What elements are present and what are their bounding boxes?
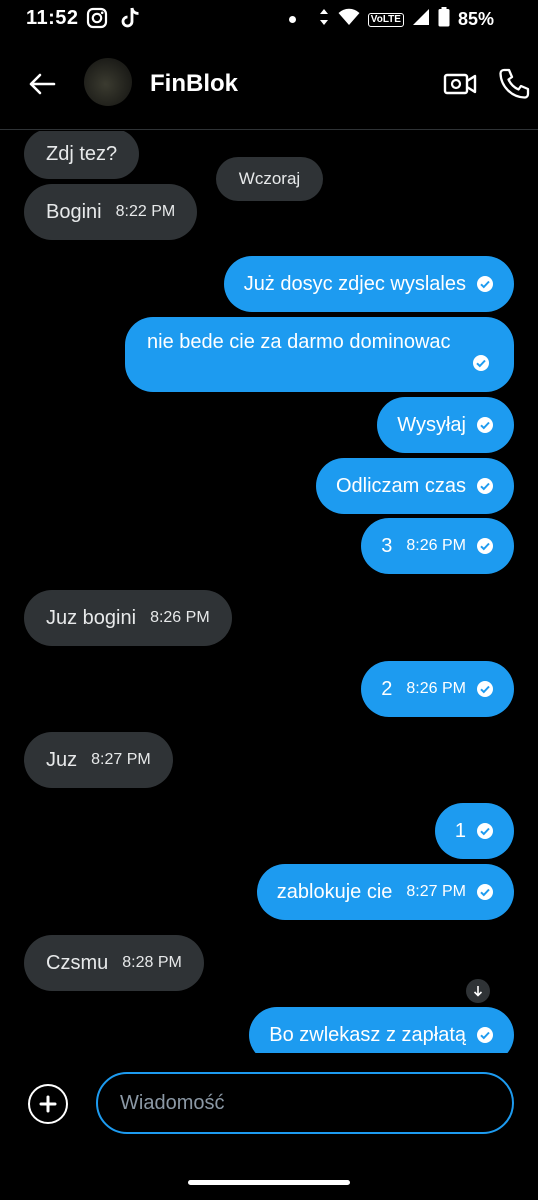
contact-name[interactable]: FinBlok: [150, 70, 238, 98]
message-text: Czsmu: [46, 952, 109, 974]
message-text: Wysyłaj: [397, 414, 466, 436]
message-time: 8:26 PM: [150, 609, 210, 626]
message-outgoing[interactable]: 1: [434, 803, 514, 859]
message-text: 2: [381, 678, 393, 700]
message-text: Juz: [46, 749, 78, 771]
message-incoming[interactable]: Bogini 8:22 PM: [24, 184, 198, 240]
read-check-icon: [477, 478, 493, 494]
message-incoming[interactable]: Juz 8:27 PM: [24, 732, 173, 788]
battery-icon: [438, 7, 450, 32]
message-time: 8:28 PM: [122, 954, 182, 971]
status-bar: 11:52 VoLTE 85%: [0, 0, 538, 38]
message-text: zablokuje cie: [276, 881, 393, 903]
message-outgoing[interactable]: Bo zwlekasz z zapłatą: [249, 1007, 514, 1053]
message-text: Bo zwlekasz z zapłatą: [269, 1024, 466, 1046]
message-incoming[interactable]: Zdj tez?: [24, 131, 140, 179]
read-check-icon: [477, 417, 493, 433]
message-text: Już dosyc zdjec wyslales: [243, 273, 466, 295]
message-input[interactable]: [96, 1072, 514, 1134]
message-time: 8:27 PM: [406, 883, 466, 900]
message-incoming[interactable]: Czsmu 8:28 PM: [24, 935, 204, 991]
date-separator: Wczoraj: [216, 157, 323, 201]
message-time: 8:26 PM: [406, 680, 466, 697]
message-text: nie bede cie za darmo dominowac: [147, 331, 451, 353]
home-indicator[interactable]: [188, 1180, 350, 1185]
message-text: Odliczam czas: [335, 475, 466, 497]
read-check-icon: [477, 681, 493, 697]
volte-badge: VoLTE: [367, 12, 404, 27]
battery-percent: 85%: [457, 9, 494, 29]
read-check-icon: [477, 538, 493, 554]
read-check-icon: [477, 1027, 493, 1043]
read-check-icon: [477, 276, 493, 292]
status-notification-icons: [86, 6, 142, 35]
message-outgoing[interactable]: zablokuje cie 8:27 PM: [256, 864, 514, 920]
tiktok-icon: [120, 6, 142, 35]
scroll-to-bottom-button[interactable]: [466, 979, 490, 1003]
read-check-icon: [473, 355, 489, 371]
video-call-icon: [443, 73, 477, 95]
message-outgoing[interactable]: Wysyłaj: [377, 397, 514, 453]
message-text: Bogini: [46, 201, 102, 223]
message-text: 3: [381, 535, 393, 557]
phone-icon: [499, 68, 530, 99]
wifi-icon: [338, 8, 360, 31]
message-incoming[interactable]: Juz bogini 8:26 PM: [24, 590, 232, 646]
read-check-icon: [477, 823, 493, 839]
status-system-icons: VoLTE 85%: [288, 7, 494, 32]
signal-icon: [412, 8, 430, 31]
read-check-icon: [477, 884, 493, 900]
avatar[interactable]: [84, 58, 132, 106]
status-time: 11:52: [26, 7, 79, 29]
back-button[interactable]: [22, 64, 62, 104]
message-time: 8:26 PM: [406, 537, 466, 554]
data-arrows-icon: [318, 8, 330, 31]
back-arrow-icon: [29, 73, 56, 95]
message-composer: [0, 1054, 538, 1200]
arrow-down-icon: [473, 986, 483, 997]
message-text: 1: [454, 820, 466, 842]
phone-call-button[interactable]: [496, 66, 532, 102]
message-time: 8:27 PM: [91, 751, 151, 768]
message-outgoing[interactable]: 2 8:26 PM: [361, 661, 514, 717]
dot-icon: [288, 16, 296, 23]
message-outgoing[interactable]: Odliczam czas: [315, 458, 514, 514]
message-outgoing[interactable]: 3 8:26 PM: [361, 518, 514, 574]
message-text: Zdj tez?: [46, 143, 118, 165]
message-text: Juz bogini: [46, 607, 137, 629]
message-time: 8:22 PM: [115, 203, 176, 220]
message-outgoing[interactable]: Już dosyc zdjec wyslales: [223, 256, 514, 312]
plus-icon: [39, 1095, 57, 1113]
video-call-button[interactable]: [442, 66, 478, 102]
message-outgoing[interactable]: nie bede cie za darmo dominowac: [125, 317, 514, 392]
chat-header: FinBlok: [0, 40, 538, 130]
add-attachment-button[interactable]: [28, 1084, 68, 1124]
instagram-icon: [86, 7, 108, 34]
message-list[interactable]: Wczoraj Zdj tez? Bogini 8:22 PM Już dosy…: [0, 131, 538, 1053]
